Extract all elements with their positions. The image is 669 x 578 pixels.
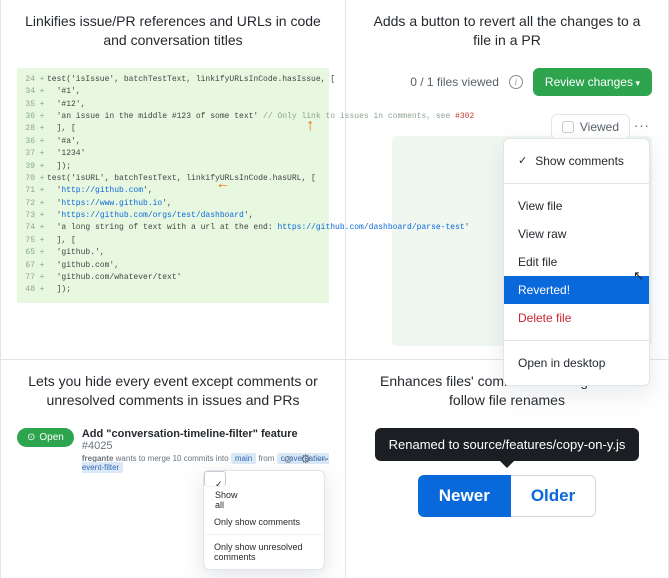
open-status-badge: Open <box>17 428 74 447</box>
kebab-icon[interactable]: ⋯ <box>317 452 329 466</box>
code-line: 67+ 'github.com', <box>17 260 327 272</box>
code-line: 48+ ]); <box>17 284 327 296</box>
rename-tooltip: Renamed to source/features/copy-on-y.js <box>375 428 640 461</box>
issue-title: Add "conversation-timeline-filter" featu… <box>82 428 298 440</box>
code-line: 24+test('isIssue', batchTestText, linkif… <box>17 74 327 86</box>
feature-title: Adds a button to revert all the changes … <box>362 0 652 68</box>
code-line: 75+ ], [ <box>17 235 327 247</box>
code-line: 71+ 'http://github.com', <box>17 185 327 197</box>
menu-view-file[interactable]: View file <box>504 192 649 220</box>
code-diff-preview: ↑ ← 24+test('isIssue', batchTestText, li… <box>17 68 329 303</box>
code-line: 70+test('isURL', batchTestText, linkifyU… <box>17 173 327 185</box>
code-line: 39+ ]); <box>17 161 327 173</box>
viewed-label: Viewed <box>580 120 619 134</box>
code-line: 28+ ], [ <box>17 123 327 135</box>
smiley-icon[interactable]: ☺ <box>282 452 294 466</box>
code-line: 72+ 'https://www.github.io', <box>17 198 327 210</box>
annotation-arrow-up: ↑ <box>305 114 315 139</box>
code-line: 34+ '#1', <box>17 86 327 98</box>
timeline-filter-menu: Show all Only show comments Only show un… <box>203 470 325 570</box>
review-changes-button[interactable]: Review changes <box>533 68 652 96</box>
feature-card-rename-nav: Enhances files' commit lists navigation … <box>346 360 669 578</box>
feature-title: Linkifies issue/PR references and URLs i… <box>17 0 329 68</box>
menu-edit-file[interactable]: Edit file <box>504 248 649 276</box>
files-viewed-count: 0 / 1 files viewed <box>410 75 499 89</box>
newer-button[interactable]: Newer <box>418 475 511 517</box>
checkbox-icon <box>562 121 574 133</box>
feature-card-linkify: Linkifies issue/PR references and URLs i… <box>1 0 346 360</box>
gear-icon[interactable]: ⚙ <box>300 452 311 466</box>
menu-reverted[interactable]: Reverted! <box>504 276 649 304</box>
kebab-menu-icon[interactable]: ··· <box>634 118 650 133</box>
menu-only-unresolved[interactable]: Only show unresolved comments <box>204 535 324 569</box>
code-line: 37+ '1234' <box>17 148 327 160</box>
code-line: 74+ 'a long string of text with a url at… <box>17 222 327 234</box>
menu-open-desktop[interactable]: Open in desktop <box>504 349 649 377</box>
code-line: 73+ 'https://github.com/orgs/test/dashbo… <box>17 210 327 222</box>
code-line: 35+ '#12', <box>17 99 327 111</box>
older-button[interactable]: Older <box>511 475 596 517</box>
feature-title: Lets you hide every event except comment… <box>17 360 329 428</box>
code-line: 36+ '#a', <box>17 136 327 148</box>
target-branch: main <box>231 453 256 464</box>
info-icon[interactable]: i <box>509 75 523 89</box>
code-line: 77+ 'github.com/whatever/text' <box>17 272 327 284</box>
menu-show-comments[interactable]: Show comments <box>504 147 649 175</box>
feature-card-revert: Adds a button to revert all the changes … <box>346 0 669 360</box>
issue-number: #4025 <box>82 440 113 452</box>
menu-only-comments[interactable]: Only show comments <box>204 510 324 535</box>
code-line: 65+ 'github.', <box>17 247 327 259</box>
file-actions-dropdown: Show comments View file View raw Edit fi… <box>503 138 650 386</box>
viewed-toggle[interactable]: Viewed <box>551 114 630 140</box>
menu-show-all[interactable]: Show all <box>204 471 226 487</box>
menu-delete-file[interactable]: Delete file <box>504 304 649 332</box>
cursor-icon: ↖ <box>633 268 644 284</box>
code-line: 36+ 'an issue in the middle #123 of some… <box>17 111 327 123</box>
annotation-arrow-left: ← <box>219 175 227 197</box>
feature-card-timeline-filter: Lets you hide every event except comment… <box>1 360 346 578</box>
menu-view-raw[interactable]: View raw <box>504 220 649 248</box>
